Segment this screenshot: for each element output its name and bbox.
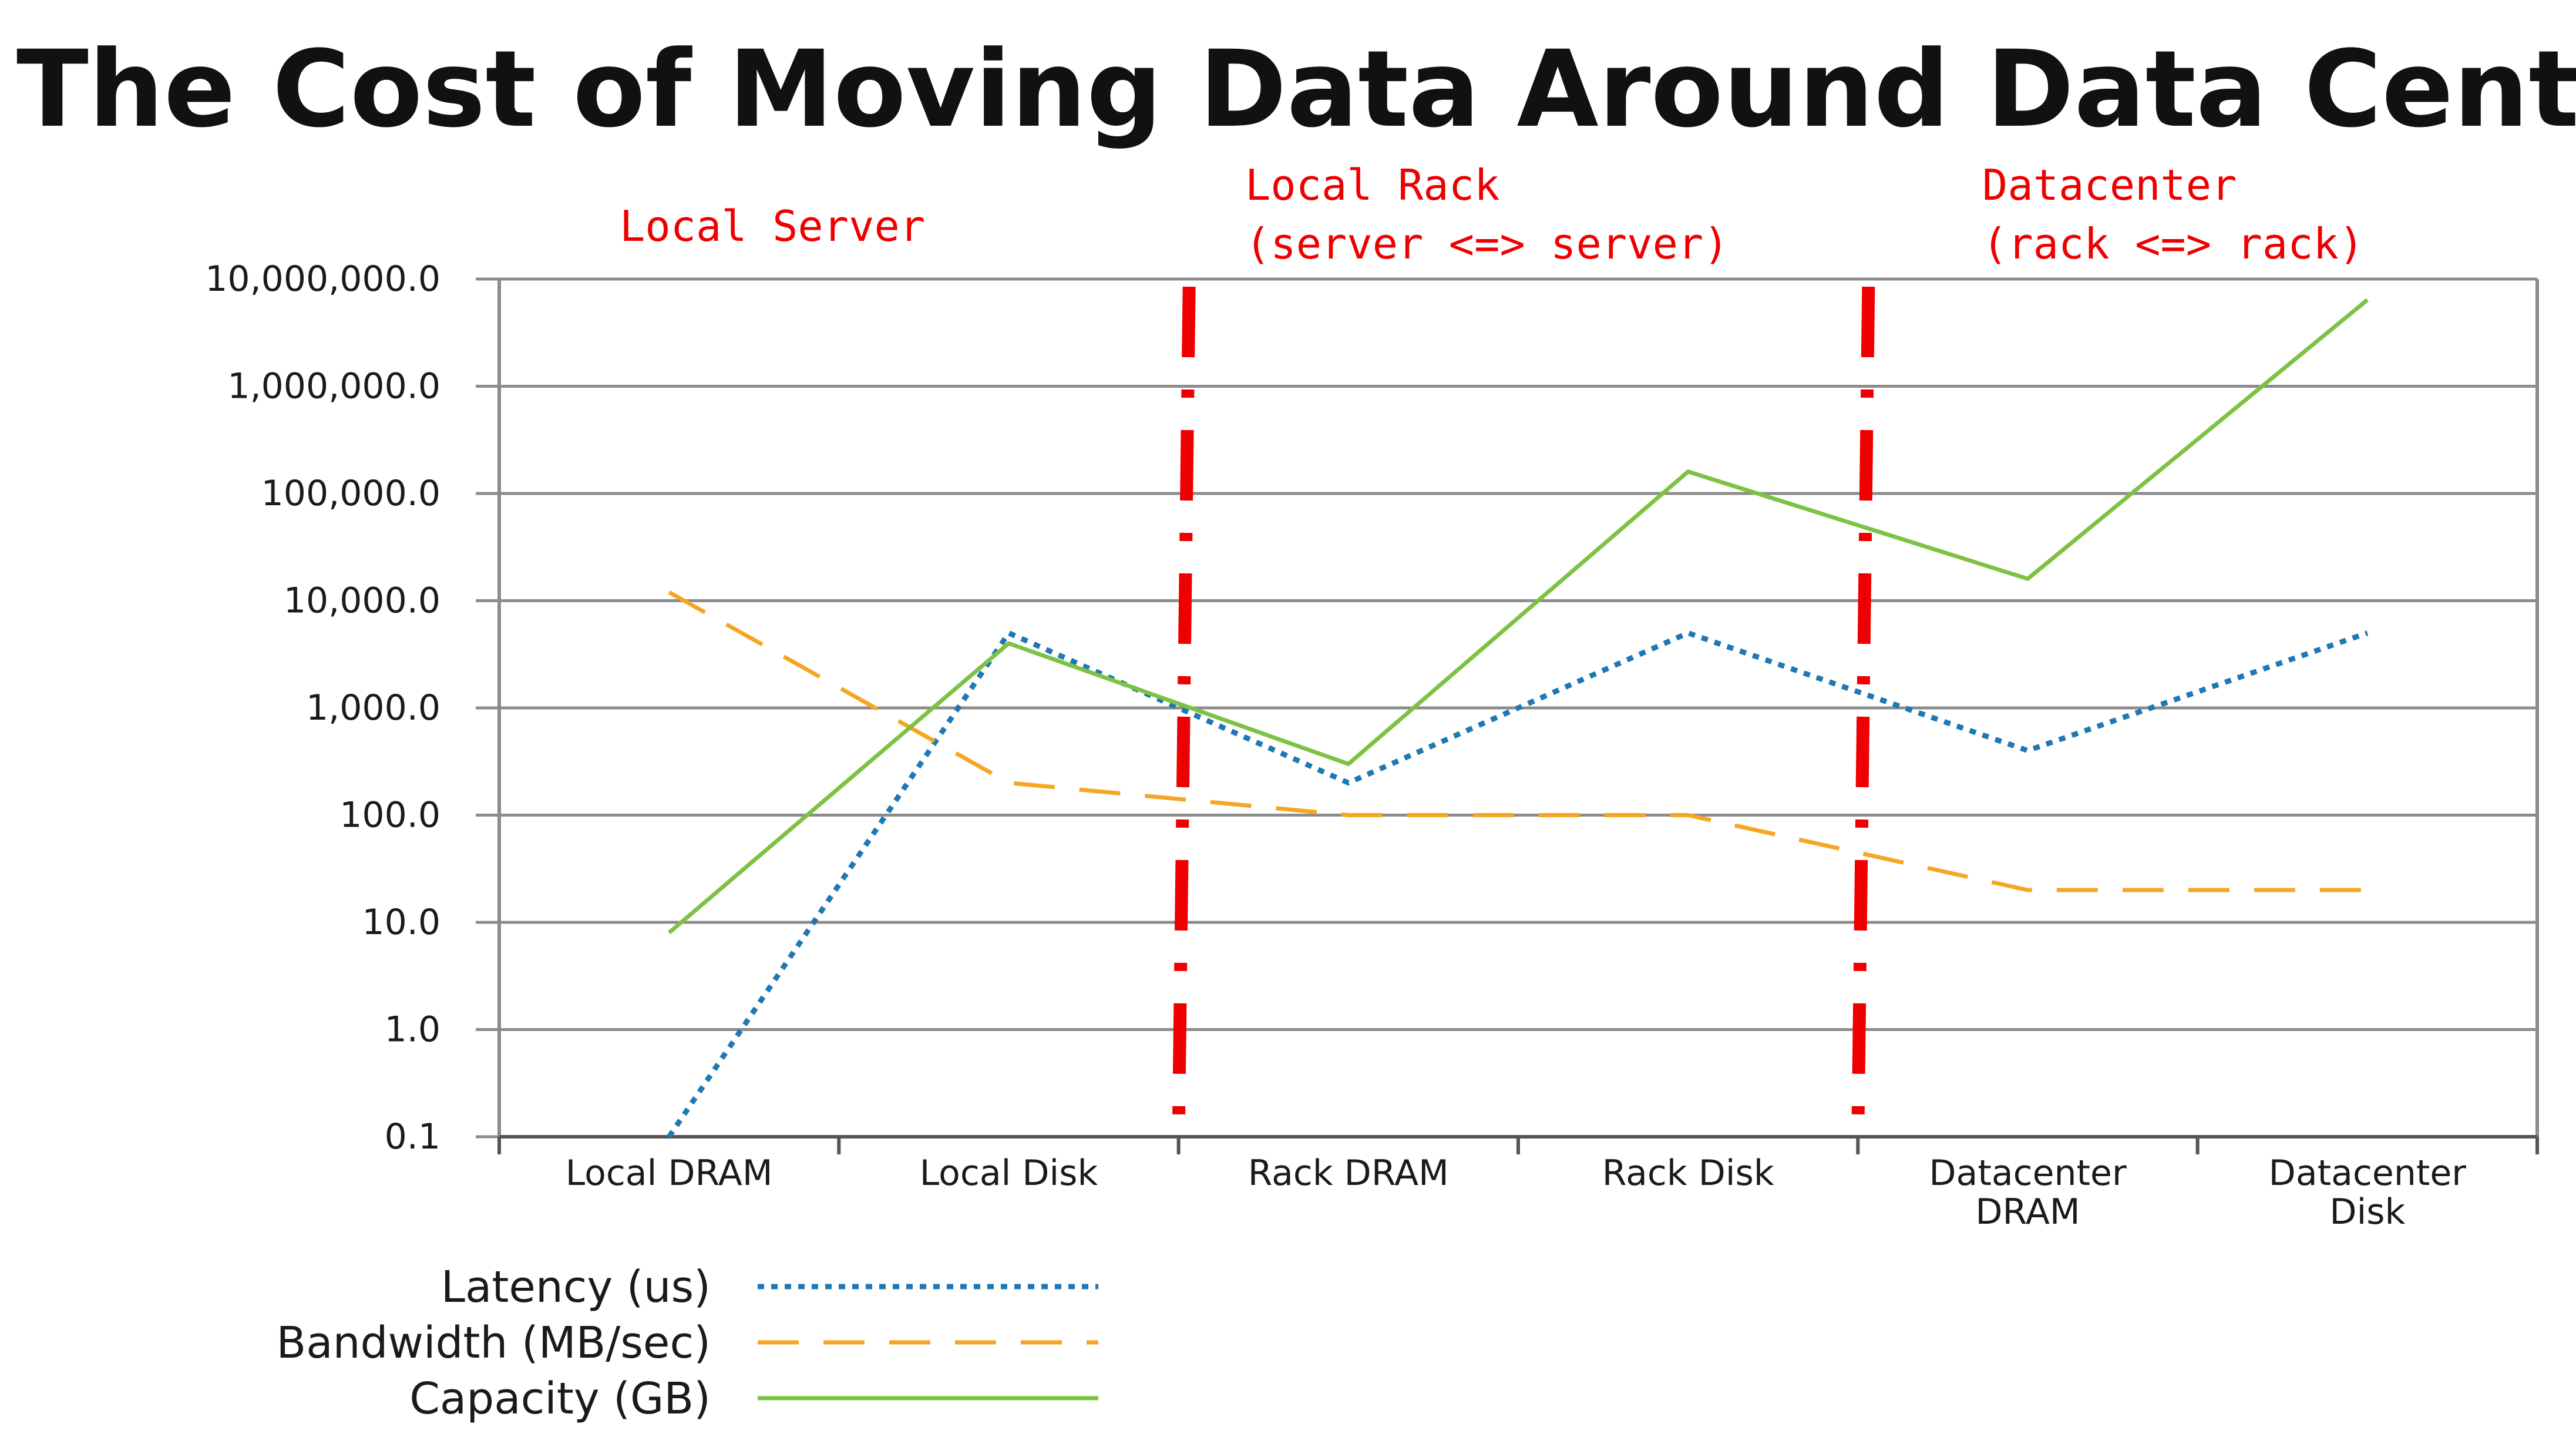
region-label: Datacenter (rack <=> rack) [1982,160,2364,268]
y-tick-label: 10,000,000.0 [205,258,440,300]
legend-label: Bandwidth (MB/sec) [276,1318,711,1368]
series-lines [667,298,2369,1139]
x-category-label: Rack Disk [1602,1153,1774,1194]
data-point [2367,299,2368,300]
legend-label: Capacity (GB) [409,1374,711,1424]
data-point [2027,889,2029,891]
region-label: Local Rack (server <=> server) [1245,160,1729,268]
x-category-label: Datacenter DRAM [1929,1153,2127,1233]
region-divider [1851,286,1875,1134]
data-point [1348,763,1349,764]
gridlines [476,277,2537,1139]
series-line-capacity [667,298,2369,935]
y-tick-label: 10.0 [362,902,440,943]
region-label: Local Server [620,202,925,251]
data-point [668,932,670,933]
y-tick-label: 1,000,000.0 [227,366,440,407]
data-point [1008,643,1010,644]
data-point [1008,783,1010,784]
y-tick-label: 1.0 [385,1009,440,1050]
data-point [2367,889,2368,891]
data-point [668,592,670,593]
data-point [1348,783,1349,784]
x-category-label: Local Disk [920,1153,1098,1194]
legend-label: Latency (us) [441,1262,711,1312]
legend: Latency (us) Bandwidth (MB/sec) Capacity (… [276,1262,1098,1424]
data-point [1008,632,1010,633]
data-point [2367,632,2368,633]
data-point [668,1136,670,1137]
data-point [1348,815,1349,816]
data-point [1687,815,1689,816]
data-point [2027,578,2029,579]
region-dividers [1172,286,1875,1134]
y-tick-label: 100,000.0 [261,473,440,514]
x-category-label: Rack DRAM [1248,1153,1449,1194]
series-line-bandwidth [668,590,2368,892]
region-labels: Local Server Local Rack (server <=> server… [620,160,2364,268]
x-category-label: Datacenter Disk [2269,1153,2467,1233]
data-point [1687,471,1689,472]
y-tick-label: 10,000.0 [284,580,440,622]
latency-bandwidth-capacity-chart: 0.1 1.0 10.0 100.0 1,000.0 10,000.0 100,000.0 1… [205,160,2539,1424]
y-tick-label: 0.1 [385,1116,440,1157]
data-point [1687,632,1689,633]
x-category-label: Local DRAM [566,1153,773,1194]
data-point [2027,750,2029,751]
y-tick-label: 100.0 [339,795,440,836]
y-tick-label: 1,000.0 [306,687,440,728]
